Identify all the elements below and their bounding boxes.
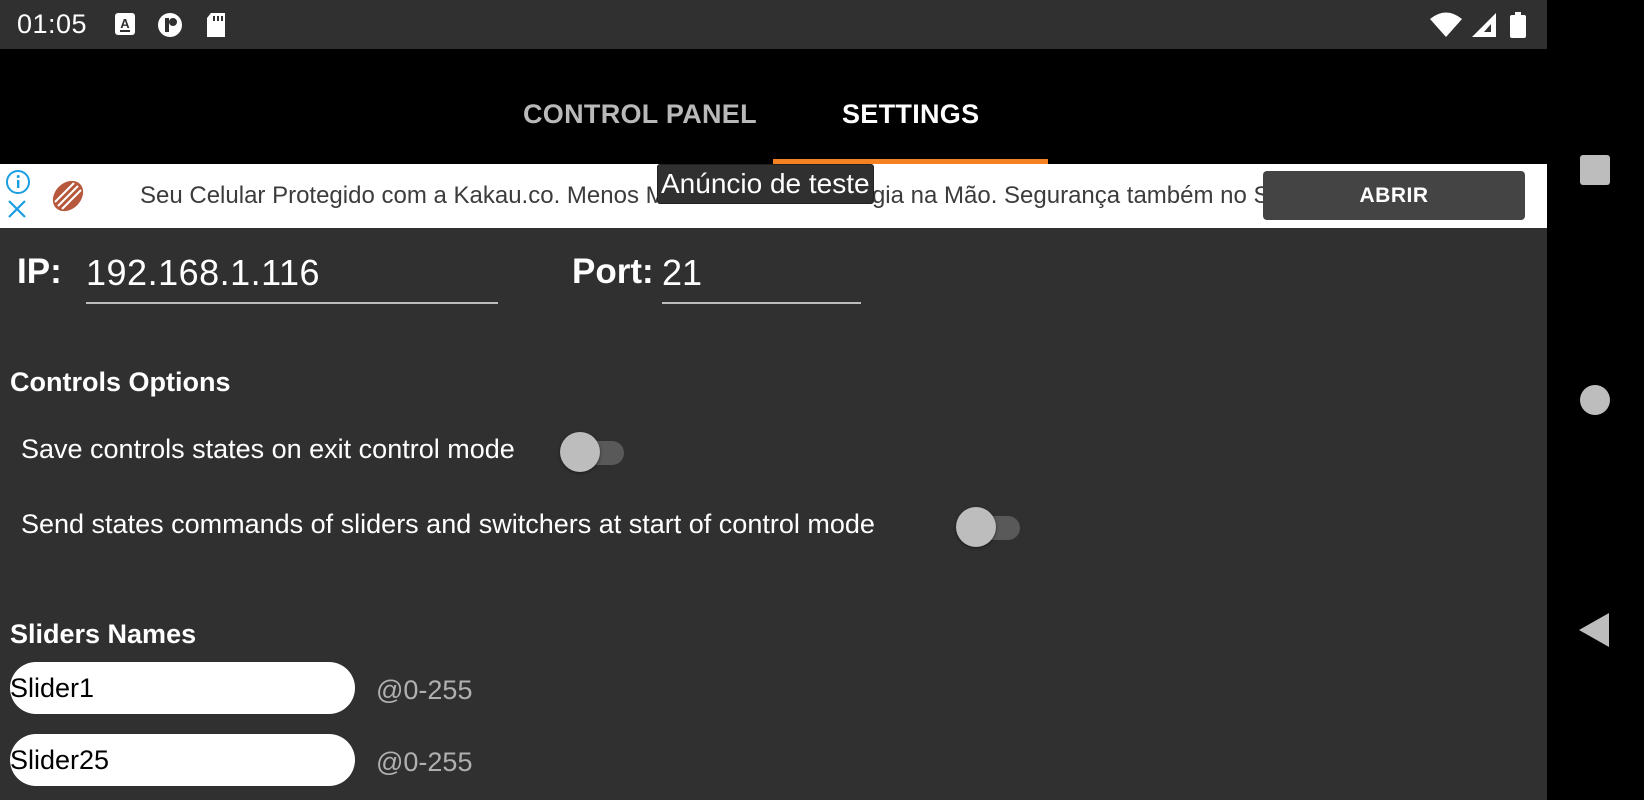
advertiser-logo — [48, 176, 88, 221]
p-app-icon — [155, 12, 185, 43]
slider-range-label: @0-255 — [376, 675, 473, 705]
port-input[interactable]: 21 — [662, 250, 861, 304]
back-button[interactable] — [1578, 612, 1610, 653]
battery-icon — [1509, 12, 1527, 43]
recents-button[interactable] — [1579, 154, 1611, 191]
ip-input[interactable]: 192.168.1.116 — [86, 250, 498, 304]
slider-name-value: Slider1 — [10, 673, 95, 703]
cell-signal-icon — [1471, 12, 1497, 43]
close-icon[interactable] — [7, 199, 27, 224]
wifi-icon — [1430, 12, 1463, 43]
option-save-states-label: Save controls states on exit control mod… — [21, 434, 515, 464]
a-keyboard-icon: A — [114, 12, 136, 41]
ip-value: 192.168.1.116 — [86, 252, 321, 293]
slider-range-label: @0-255 — [376, 747, 473, 777]
status-icons-right — [1430, 12, 1527, 43]
ad-test-label: Anúncio de teste — [657, 164, 874, 204]
sliders-names-title: Sliders Names — [10, 619, 197, 649]
sd-card-icon — [205, 12, 227, 43]
controls-options-title: Controls Options — [10, 367, 231, 397]
status-time: 01:05 — [17, 9, 88, 39]
navigation-bar — [1547, 0, 1644, 800]
status-bar: 01:05 A — [0, 0, 1547, 49]
ip-label: IP: — [17, 252, 62, 291]
svg-text:A: A — [120, 16, 130, 31]
send-states-switch[interactable] — [956, 503, 1022, 547]
option-send-states-label: Send states commands of sliders and swit… — [21, 509, 875, 539]
ad-open-button[interactable]: ABRIR — [1263, 171, 1525, 220]
home-button[interactable] — [1579, 384, 1611, 421]
port-value: 21 — [662, 252, 703, 293]
tab-bar: CONTROL PANEL SETTINGS — [0, 49, 1547, 164]
port-label: Port: — [572, 252, 654, 291]
save-states-switch[interactable] — [560, 428, 626, 472]
info-icon[interactable] — [5, 169, 31, 200]
slider-name-input[interactable]: Slider25 — [10, 734, 355, 786]
slider-name-value: Slider25 — [10, 745, 110, 775]
tab-settings[interactable]: SETTINGS — [842, 99, 979, 130]
tab-control-panel[interactable]: CONTROL PANEL — [523, 99, 757, 130]
slider-name-input[interactable]: Slider1 — [10, 662, 355, 714]
switch-thumb — [560, 432, 600, 472]
switch-thumb — [956, 507, 996, 547]
app-screen: 01:05 A CONTROL PANEL SETTINGS Seu Celul… — [0, 0, 1547, 800]
